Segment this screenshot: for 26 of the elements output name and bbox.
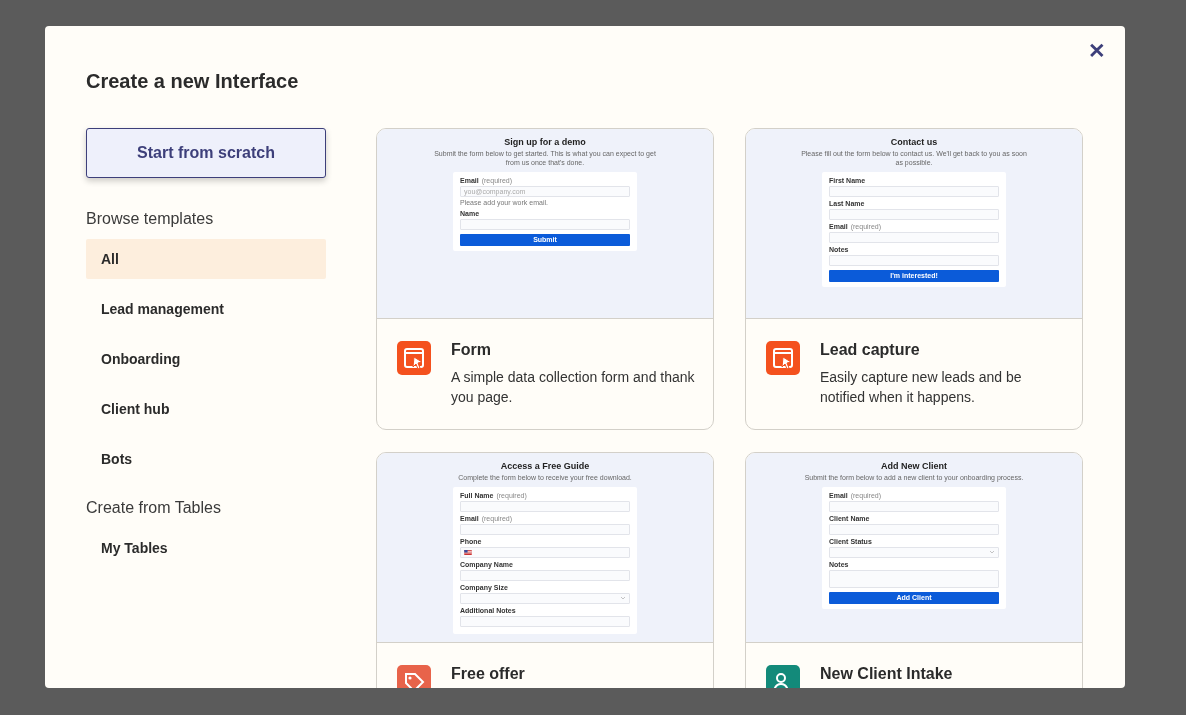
template-title: Free offer: [451, 665, 525, 683]
template-title: Lead capture: [820, 341, 921, 359]
section-heading: Browse templates: [86, 209, 215, 229]
close-button[interactable]: ✕: [1084, 38, 1110, 63]
category-item[interactable]: Onboarding: [86, 339, 326, 379]
category-item[interactable]: My Tables: [86, 528, 326, 568]
template-card[interactable]: [376, 128, 714, 430]
flag-icon: [464, 549, 472, 555]
category-item[interactable]: All: [86, 239, 326, 279]
start-from-scratch-button[interactable]: Start from scratch: [86, 128, 326, 178]
section-heading: Create from Tables: [86, 498, 222, 518]
chevron-icon: [620, 596, 626, 601]
preview-heading: Access a Free Guide: [500, 461, 590, 471]
category-item[interactable]: Bots: [86, 439, 326, 479]
preview-heading: Contact us: [890, 137, 938, 147]
preview-heading: Sign up for a demo: [504, 137, 586, 147]
preview-heading: Add New Client: [881, 461, 947, 471]
template-card[interactable]: [745, 128, 1083, 430]
template-title: New Client Intake: [820, 665, 953, 683]
template-description: Easily capture new leads and be notified when it happens.: [820, 368, 1023, 407]
template-description: A simple data collection form and thank you page.: [451, 368, 696, 407]
dialog-title: Create a new Interface: [86, 69, 300, 94]
chevron-icon: [989, 550, 995, 555]
template-title: Form: [451, 341, 492, 359]
category-item[interactable]: Lead management: [86, 289, 326, 329]
category-item[interactable]: Client hub: [86, 389, 326, 429]
